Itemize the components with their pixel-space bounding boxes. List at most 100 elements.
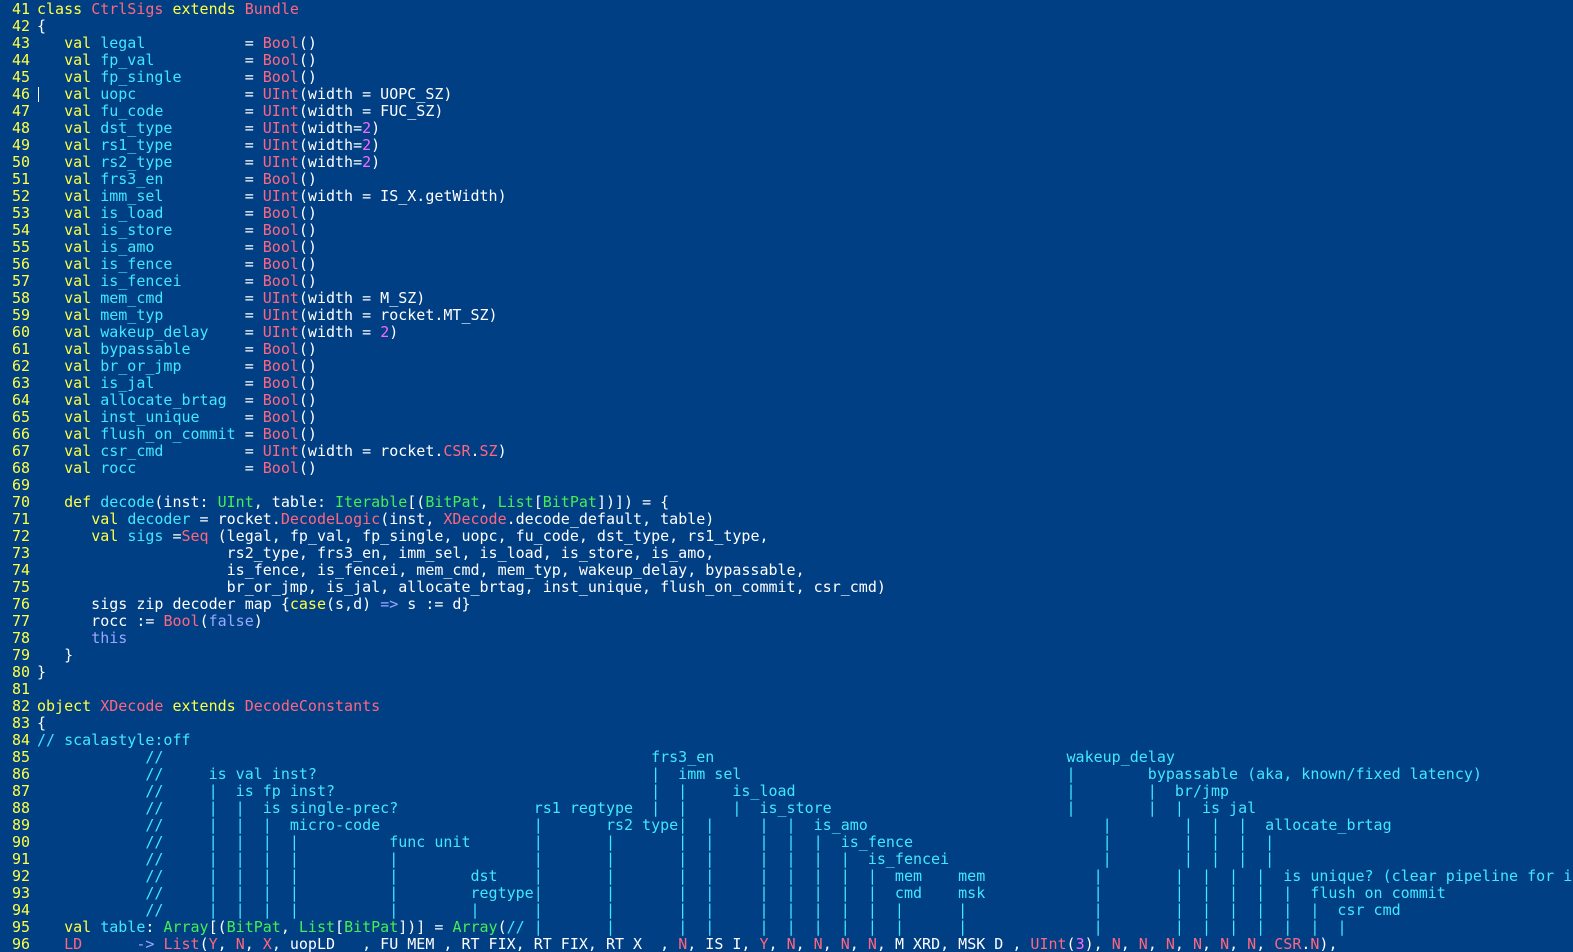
code-line[interactable]: 54 val is_store = Bool() bbox=[0, 222, 1573, 239]
code-line[interactable]: 67 val csr_cmd = UInt(width = rocket.CSR… bbox=[0, 443, 1573, 460]
code-line[interactable]: 48 val dst_type = UInt(width=2) bbox=[0, 120, 1573, 137]
code-line[interactable]: 46 val uopc = UInt(width = UOPC_SZ) bbox=[0, 86, 1573, 103]
code-line[interactable]: 80} bbox=[0, 664, 1573, 681]
code-token: , bbox=[1120, 935, 1139, 952]
code-token: = bbox=[163, 527, 182, 545]
code-token: ( bbox=[199, 935, 209, 952]
code-token: Bool bbox=[262, 51, 299, 69]
code-token: Array bbox=[163, 918, 209, 936]
code-line[interactable]: 83 { bbox=[0, 715, 1573, 732]
line-number: 89 bbox=[11, 816, 30, 834]
code-line[interactable]: 59 val mem_typ = UInt(width = rocket.MT_… bbox=[0, 307, 1573, 324]
code-line[interactable]: 62 val br_or_jmp = Bool() bbox=[0, 358, 1573, 375]
code-line[interactable]: 86 // is val inst? | imm sel | bypassabl… bbox=[0, 766, 1573, 783]
code-token: fp_val bbox=[100, 51, 155, 69]
code-line[interactable]: 81 bbox=[0, 681, 1573, 698]
code-line[interactable]: 84 // scalastyle:off bbox=[0, 732, 1573, 749]
code-line[interactable]: 77 rocc := Bool(false) bbox=[0, 613, 1573, 630]
line-number: 61 bbox=[11, 340, 30, 358]
code-line[interactable]: 89 // | | | micro-code | rs2 type| | | |… bbox=[0, 817, 1573, 834]
code-token: N bbox=[1165, 935, 1175, 952]
code-line[interactable]: 75 br_or_jmp, is_jal, allocate_brtag, in… bbox=[0, 579, 1573, 596]
code-line[interactable]: 74 is_fence, is_fencei, mem_cmd, mem_typ… bbox=[0, 562, 1573, 579]
code-line[interactable]: 61 val bypassable = Bool() bbox=[0, 341, 1573, 358]
code-line[interactable]: 42 { bbox=[0, 18, 1573, 35]
code-token: () bbox=[298, 374, 317, 392]
code-line[interactable]: 53 val is_load = Bool() bbox=[0, 205, 1573, 222]
code-line[interactable]: 72 val sigs =Seq (legal, fp_val, fp_sing… bbox=[0, 528, 1573, 545]
code-token: decoder bbox=[127, 510, 191, 528]
code-token: ) bbox=[371, 153, 381, 171]
code-text: val mem_typ = UInt(width = rocket.MT_SZ) bbox=[37, 306, 498, 324]
code-line[interactable]: 91 // | | | | | | | | | | | | | is_fence… bbox=[0, 851, 1573, 868]
code-text: // | | | | func unit | | | | | | | is_fe… bbox=[37, 833, 1274, 851]
code-line[interactable]: 47 val fu_code = UInt(width = FUC_SZ) bbox=[0, 103, 1573, 120]
code-line[interactable]: 56 val is_fence = Bool() bbox=[0, 256, 1573, 273]
code-token: () bbox=[298, 340, 317, 358]
line-number: 41 bbox=[11, 0, 30, 18]
code-text: rs2_type, frs3_en, imm_sel, is_load, is_… bbox=[37, 544, 715, 562]
code-line[interactable]: 70 def decode(inst: UInt, table: Iterabl… bbox=[0, 494, 1573, 511]
code-token: = bbox=[208, 323, 263, 341]
code-line[interactable]: 92 // | | | | | dst | | | | | | | | | me… bbox=[0, 868, 1573, 885]
code-token: () bbox=[298, 34, 317, 52]
code-token: DecodeConstants bbox=[244, 697, 381, 715]
code-text: val is_jal = Bool() bbox=[37, 374, 317, 392]
code-line[interactable]: 95 val table: Array[(BitPat, List[BitPat… bbox=[0, 919, 1573, 936]
code-token: () bbox=[298, 68, 317, 86]
code-line[interactable]: 76 sigs zip decoder map {case(s,d) => s … bbox=[0, 596, 1573, 613]
code-line[interactable]: 60 val wakeup_delay = UInt(width = 2) bbox=[0, 324, 1573, 341]
code-line[interactable]: 50 val rs2_type = UInt(width=2) bbox=[0, 154, 1573, 171]
code-line[interactable]: 82 object XDecode extends DecodeConstants bbox=[0, 698, 1573, 715]
line-number: 48 bbox=[11, 119, 30, 137]
code-line[interactable]: 94 // | | | | | | | | | | | | | | | | | … bbox=[0, 902, 1573, 919]
code-line[interactable]: 88 // | | is single-prec? rs1 regtype | … bbox=[0, 800, 1573, 817]
code-token: List bbox=[298, 918, 336, 936]
code-token: ( bbox=[199, 612, 209, 630]
code-line[interactable]: 51 val frs3_en = Bool() bbox=[0, 171, 1573, 188]
code-line[interactable]: 44 val fp_val = Bool() bbox=[0, 52, 1573, 69]
code-line[interactable]: 87 // | is fp inst? | | is_load | | br/j… bbox=[0, 783, 1573, 800]
code-line[interactable]: 66 val flush_on_commit = Bool() bbox=[0, 426, 1573, 443]
code-line[interactable]: 73 rs2_type, frs3_en, imm_sel, is_load, … bbox=[0, 545, 1573, 562]
code-token: UInt bbox=[262, 102, 299, 120]
code-token: [( bbox=[208, 918, 227, 936]
code-line[interactable]: 52 val imm_sel = UInt(width = IS_X.getWi… bbox=[0, 188, 1573, 205]
code-token: Bool bbox=[262, 34, 299, 52]
code-line[interactable]: 96 LD -> List(Y, N, X, uopLD , FU_MEM , … bbox=[0, 936, 1573, 952]
code-line[interactable]: 85 // frs3_en wakeup_delay bbox=[0, 749, 1573, 766]
code-line[interactable]: 78 this bbox=[0, 630, 1573, 647]
code-token: = bbox=[163, 170, 263, 188]
code-line[interactable]: 43 val legal = Bool() bbox=[0, 35, 1573, 52]
code-line[interactable]: 69 bbox=[0, 477, 1573, 494]
code-text: rocc := Bool(false) bbox=[37, 612, 263, 630]
code-editor[interactable]: 41 class CtrlSigs extends Bundle 42 {43 val… bbox=[0, 0, 1573, 952]
code-line[interactable]: 65 val inst_unique = Bool() bbox=[0, 409, 1573, 426]
line-number: 55 bbox=[11, 238, 30, 256]
code-line[interactable]: 71 val decoder = rocket.DecodeLogic(inst… bbox=[0, 511, 1573, 528]
code-line[interactable]: 93 // | | | | | regtype| | | | | | | | |… bbox=[0, 885, 1573, 902]
code-line[interactable]: 57 val is_fencei = Bool() bbox=[0, 273, 1573, 290]
code-token: UInt bbox=[262, 136, 299, 154]
line-number: 64 bbox=[11, 391, 30, 409]
code-line[interactable]: 79 } bbox=[0, 647, 1573, 664]
code-line[interactable]: 49 val rs1_type = UInt(width=2) bbox=[0, 137, 1573, 154]
code-text: { bbox=[37, 714, 46, 732]
code-line[interactable]: 68 val rocc = Bool() bbox=[0, 460, 1573, 477]
code-token: , table: bbox=[253, 493, 336, 511]
code-line[interactable]: 58 val mem_cmd = UInt(width = M_SZ) bbox=[0, 290, 1573, 307]
code-line[interactable]: 64 val allocate_brtag = Bool() bbox=[0, 392, 1573, 409]
code-line[interactable]: 45 val fp_single = Bool() bbox=[0, 69, 1573, 86]
code-token: N bbox=[1192, 935, 1203, 952]
code-line[interactable]: 55 val is_amo = Bool() bbox=[0, 239, 1573, 256]
code-text: val br_or_jmp = Bool() bbox=[37, 357, 317, 375]
code-line[interactable]: 90 // | | | | func unit | | | | | | | is… bbox=[0, 834, 1573, 851]
code-token: Bundle bbox=[244, 0, 299, 18]
code-line[interactable]: 63 val is_jal = Bool() bbox=[0, 375, 1573, 392]
code-token: br_or_jmp bbox=[100, 357, 182, 375]
code-line[interactable]: 41 class CtrlSigs extends Bundle bbox=[0, 1, 1573, 18]
code-token: // frs3_en wakeup_delay bbox=[37, 748, 1175, 766]
